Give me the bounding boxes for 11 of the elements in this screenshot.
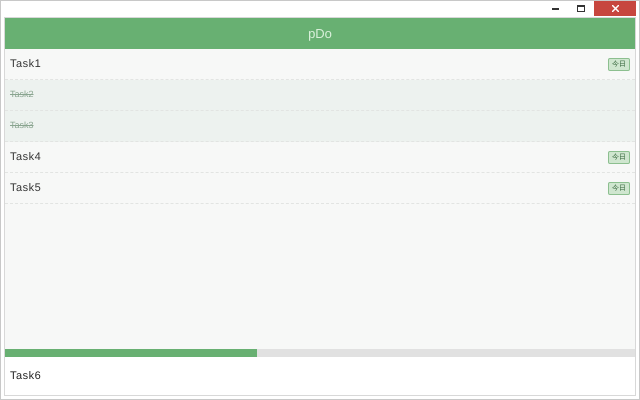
task-label: Task3 — [10, 119, 34, 132]
task-label: Task1 — [10, 56, 42, 72]
task-label: Task2 — [10, 88, 34, 102]
task-input-field[interactable]: Task6 — [5, 357, 635, 395]
minimize-icon — [552, 7, 558, 10]
close-icon — [612, 5, 618, 12]
task-label: Task4 — [10, 150, 42, 165]
close-button[interactable] — [594, 1, 636, 16]
app-title: pDo — [308, 24, 332, 43]
task-label: Task5 — [10, 180, 42, 196]
maximize-icon — [577, 5, 585, 12]
